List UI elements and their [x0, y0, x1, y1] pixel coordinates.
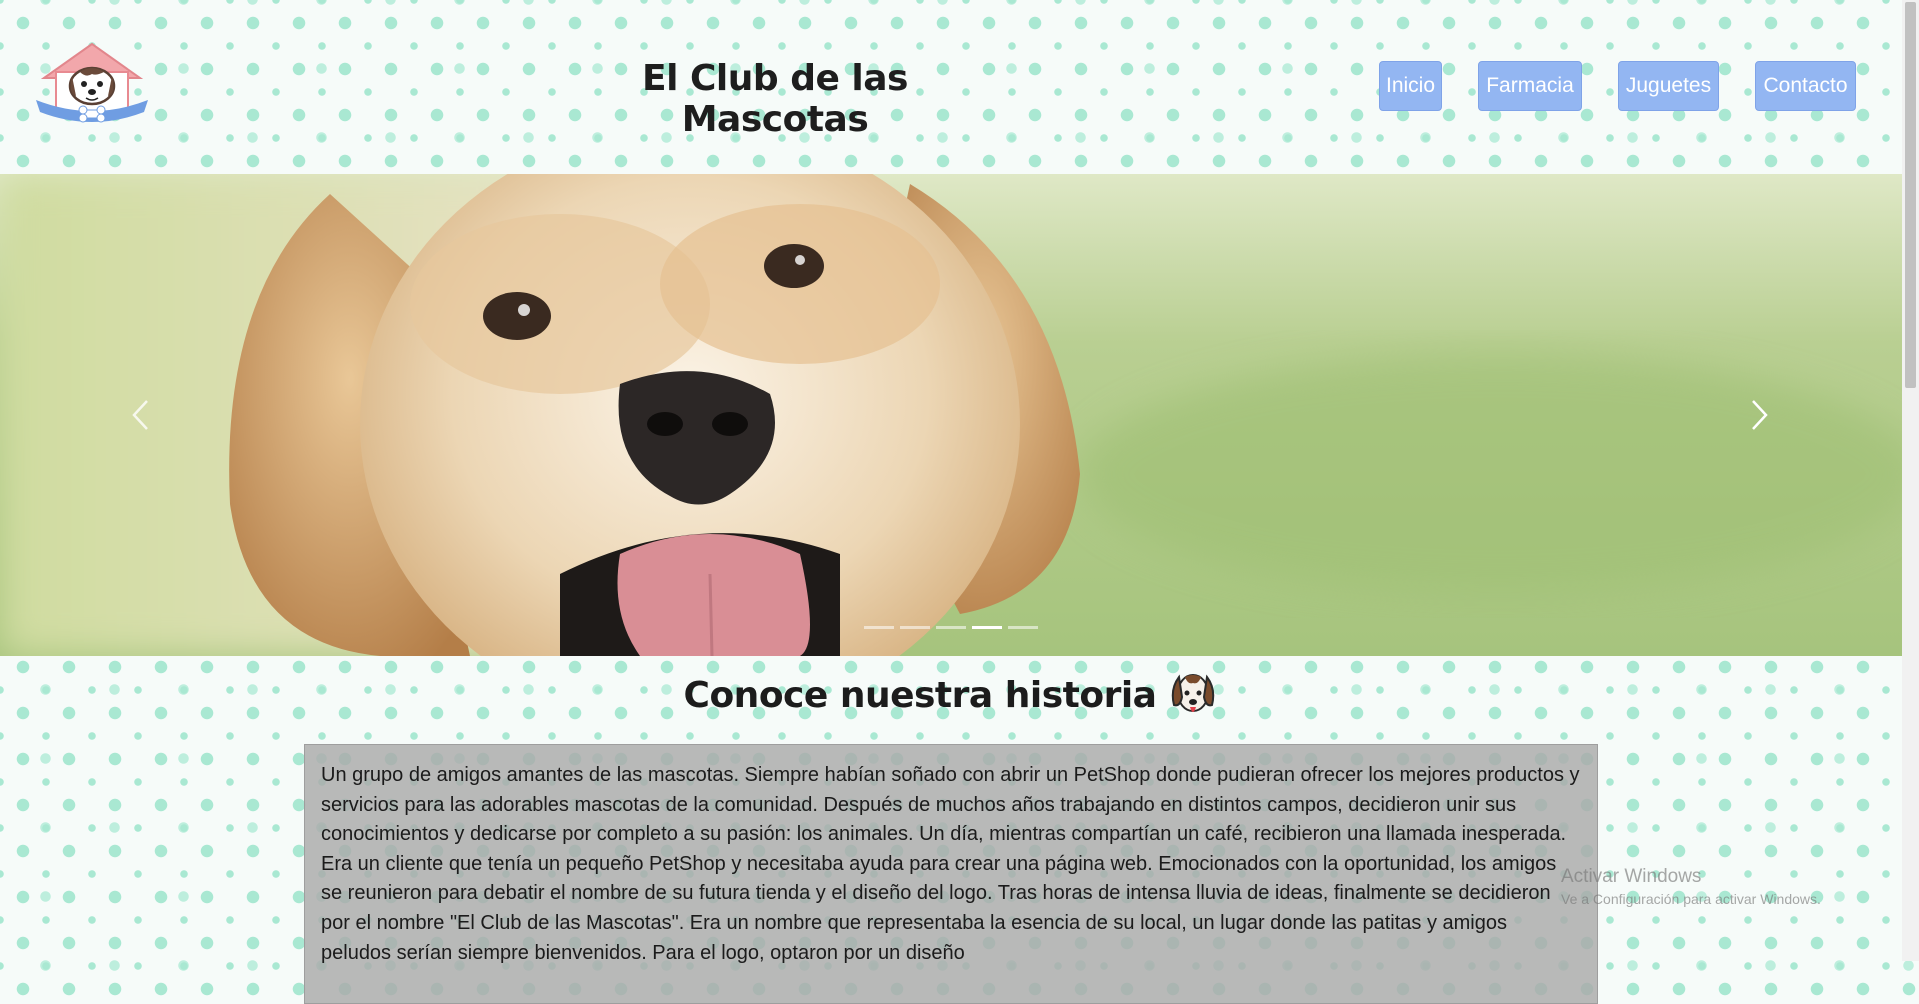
carousel-indicator-1[interactable]: [864, 626, 894, 629]
story-title: Conoce nuestra historia: [683, 674, 1157, 716]
scrollbar-thumb[interactable]: [1905, 2, 1916, 388]
chevron-left-icon: [132, 400, 148, 430]
carousel-indicator-4[interactable]: [972, 626, 1002, 629]
site-logo[interactable]: [34, 38, 150, 130]
windows-activation-watermark: Activar Windows Ve a Configuración para …: [1561, 866, 1821, 907]
nav-inicio-button[interactable]: Inicio: [1379, 61, 1442, 111]
site-title: El Club de las Mascotas: [642, 58, 908, 140]
carousel-next-button[interactable]: [1740, 390, 1780, 440]
nav-juguetes-button[interactable]: Juguetes: [1618, 61, 1719, 111]
watermark-title: Activar Windows: [1561, 866, 1702, 887]
page: El Club de las Mascotas Inicio Farmacia …: [0, 0, 1902, 1004]
story-text-box: Un grupo de amigos amantes de las mascot…: [304, 744, 1598, 1004]
carousel-indicator-2[interactable]: [900, 626, 930, 629]
nav-contacto-button[interactable]: Contacto: [1755, 61, 1856, 111]
carousel-indicator-5[interactable]: [1008, 626, 1038, 629]
story-text: Un grupo de amigos amantes de las mascot…: [321, 764, 1580, 964]
carousel-prev-button[interactable]: [120, 390, 160, 440]
nav-farmacia-button[interactable]: Farmacia: [1478, 61, 1582, 111]
carousel-slide-image: [0, 174, 1902, 656]
dog-face-icon: [1172, 674, 1215, 712]
watermark-subtitle: Ve a Configuración para activar Windows.: [1561, 891, 1821, 907]
story-heading: Conoce nuestra historia: [600, 670, 1300, 720]
carousel-indicators: [864, 626, 1038, 629]
vertical-scrollbar[interactable]: [1902, 0, 1919, 961]
carousel-indicator-3[interactable]: [936, 626, 966, 629]
hero-carousel: [0, 174, 1902, 656]
chevron-right-icon: [1752, 400, 1768, 430]
